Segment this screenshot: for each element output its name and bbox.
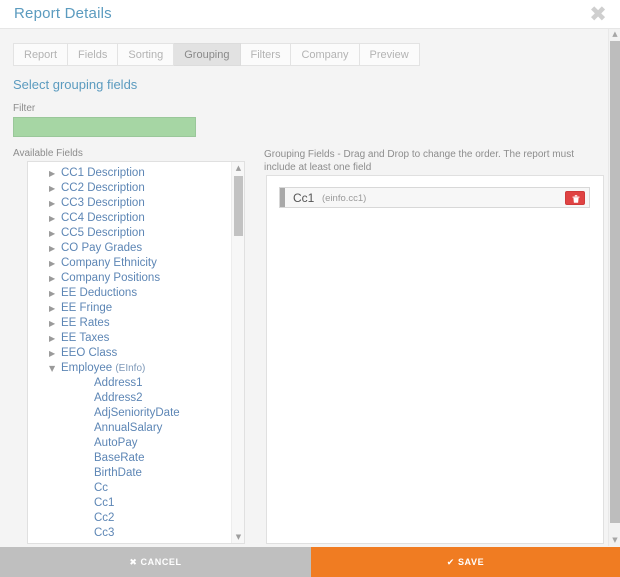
chevron-right-icon[interactable]: ▶ <box>49 346 59 361</box>
tree-node-label: EE Rates <box>61 317 110 329</box>
field-list-scrollbar[interactable]: ▲ ▼ <box>231 162 244 543</box>
tree-node-label: CC4 Description <box>61 212 145 224</box>
tree-leaf[interactable]: BaseRate <box>28 451 228 466</box>
chevron-right-icon[interactable]: ▶ <box>49 181 59 196</box>
tab-filters[interactable]: Filters <box>240 43 292 66</box>
tree-node[interactable]: ▶ CC3 Description <box>28 196 228 211</box>
cancel-x-icon: ✖ <box>129 557 138 568</box>
tree-node[interactable]: ▶ CO Pay Grades <box>28 241 228 256</box>
tree-node[interactable]: ▶ EE Fringe <box>28 301 228 316</box>
tree-leaf[interactable]: Cc <box>28 481 228 496</box>
tab-grouping[interactable]: Grouping <box>174 43 241 66</box>
tree-node[interactable]: ▶ CC1 Description <box>28 166 228 181</box>
grouping-field-item[interactable]: Cc1 (einfo.cc1) <box>279 187 590 208</box>
tab-company[interactable]: Company <box>291 43 360 66</box>
tree-node[interactable]: ▶ EE Rates <box>28 316 228 331</box>
page-title: Report Details <box>14 5 112 22</box>
chevron-right-icon[interactable]: ▶ <box>49 211 59 226</box>
save-button[interactable]: ✔ SAVE <box>311 547 620 577</box>
tree-node-label: CC1 Description <box>61 167 145 179</box>
tree-node[interactable]: ▶ Company Ethnicity <box>28 256 228 271</box>
available-fields-list: ▶ CC1 Description ▶ CC2 Description ▶ CC3 Des… <box>27 161 245 544</box>
tree-leaf[interactable]: AutoPay <box>28 436 228 451</box>
tab-preview[interactable]: Preview <box>359 43 420 66</box>
chevron-right-icon[interactable]: ▶ <box>49 226 59 241</box>
tree-node-source: (EInfo) <box>115 363 146 374</box>
tree-leaf[interactable]: AdjSeniorityDate <box>28 406 228 421</box>
filter-input[interactable] <box>13 117 196 137</box>
tree-node-label: CC3 Description <box>61 197 145 209</box>
page-scrollbar-thumb[interactable] <box>610 41 620 523</box>
grouping-description: Grouping Fields - Drag and Drop to chang… <box>264 149 574 173</box>
tree-node-label: Company Positions <box>61 272 161 284</box>
chevron-down-icon[interactable]: ▼ <box>49 361 59 376</box>
dialog-footer: ✖ CANCEL ✔ SAVE <box>0 547 620 577</box>
available-fields-label: Available Fields <box>13 148 83 159</box>
scroll-down-icon[interactable]: ▼ <box>232 531 244 543</box>
tab-sorting[interactable]: Sorting <box>118 43 175 66</box>
filter-label: Filter <box>13 103 36 114</box>
tree-node[interactable]: ▶ CC4 Description <box>28 211 228 226</box>
chevron-right-icon[interactable]: ▶ <box>49 301 59 316</box>
chevron-right-icon[interactable]: ▶ <box>49 241 59 256</box>
tree-node-label: CC2 Description <box>61 182 145 194</box>
tree-node-label: EE Deductions <box>61 287 138 299</box>
tab-bar: Report Fields Sorting Grouping Filters Compan… <box>13 43 420 66</box>
tree-node[interactable]: ▶ EE Taxes <box>28 331 228 346</box>
section-title: Select grouping fields <box>13 77 138 92</box>
dialog-header: Report Details ✖ <box>0 0 620 29</box>
save-check-icon: ✔ <box>446 557 455 568</box>
tree-node[interactable]: ▶ CC2 Description <box>28 181 228 196</box>
tree-node[interactable]: ▶ CC5 Description <box>28 226 228 241</box>
dialog-body: Report Fields Sorting Grouping Filters Compan… <box>0 29 608 546</box>
grouping-drop-zone[interactable]: Cc1 (einfo.cc1) <box>266 175 604 544</box>
tree-node-label: EE Fringe <box>61 302 113 314</box>
tree-node-label: CO Pay Grades <box>61 242 143 254</box>
scroll-up-icon[interactable]: ▲ <box>232 162 244 174</box>
tree-node-label: Company Ethnicity <box>61 257 157 269</box>
tree-leaf[interactable]: Address1 <box>28 376 228 391</box>
tree-leaf[interactable]: Cc2 <box>28 511 228 526</box>
grouping-field-path: (einfo.cc1) <box>322 193 367 204</box>
page-scroll-down-icon[interactable]: ▼ <box>609 535 620 546</box>
close-icon[interactable]: ✖ <box>586 2 610 26</box>
tree-leaf[interactable]: Cc3 <box>28 526 228 541</box>
report-details-dialog: Report Details ✖ Report Fields Sorting Grou… <box>0 0 620 577</box>
save-button-label: SAVE <box>457 556 485 567</box>
tree-leaf[interactable]: BirthDate <box>28 466 228 481</box>
chevron-right-icon[interactable]: ▶ <box>49 196 59 211</box>
tree-leaf[interactable]: AnnualSalary <box>28 421 228 436</box>
chevron-right-icon[interactable]: ▶ <box>49 166 59 181</box>
grouping-field-name: Cc1 <box>293 191 315 205</box>
chevron-right-icon[interactable]: ▶ <box>49 331 59 346</box>
chevron-right-icon[interactable]: ▶ <box>49 286 59 301</box>
tree-node[interactable]: ▶ EE Deductions <box>28 286 228 301</box>
chevron-right-icon[interactable]: ▶ <box>49 316 59 331</box>
tree-node-label: CC5 Description <box>61 227 145 239</box>
page-scrollbar[interactable]: ▲ ▼ <box>608 29 620 546</box>
tree-node-label: EEO Class <box>61 347 118 359</box>
delete-grouping-field-button[interactable] <box>565 191 585 205</box>
field-tree: ▶ CC1 Description ▶ CC2 Description ▶ CC3 Des… <box>28 166 228 541</box>
trash-icon <box>572 195 580 203</box>
tree-node[interactable]: ▶ Company Positions <box>28 271 228 286</box>
cancel-button[interactable]: ✖ CANCEL <box>0 547 311 577</box>
cancel-button-label: CANCEL <box>140 556 182 567</box>
tree-node[interactable]: ▼ Employee (EInfo) <box>28 361 228 376</box>
drag-handle[interactable] <box>280 188 285 207</box>
chevron-right-icon[interactable]: ▶ <box>49 271 59 286</box>
tree-node-label: Employee <box>61 362 113 374</box>
tree-node[interactable]: ▶ EEO Class <box>28 346 228 361</box>
tree-leaf[interactable]: Address2 <box>28 391 228 406</box>
scrollbar-thumb[interactable] <box>234 176 243 236</box>
tab-report[interactable]: Report <box>13 43 69 66</box>
chevron-right-icon[interactable]: ▶ <box>49 256 59 271</box>
tree-leaf[interactable]: Cc1 <box>28 496 228 511</box>
tree-node-label: EE Taxes <box>61 332 110 344</box>
tab-fields[interactable]: Fields <box>68 43 119 66</box>
page-scroll-up-icon[interactable]: ▲ <box>609 29 620 40</box>
